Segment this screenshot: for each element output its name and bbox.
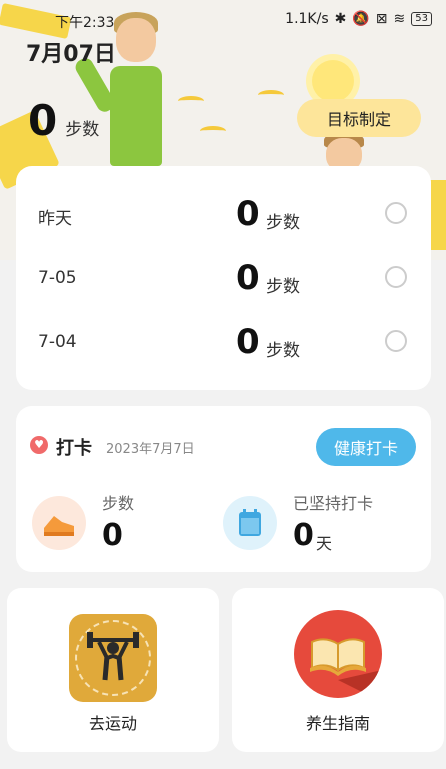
history-steps-value: 0 xyxy=(236,322,260,362)
history-radio[interactable] xyxy=(385,266,407,288)
step-history-card: 昨天 0 步数 7-05 0 步数 7-04 0 步数 xyxy=(16,166,431,390)
history-steps-value: 0 xyxy=(236,194,260,234)
history-date: 昨天 xyxy=(38,209,72,229)
battery-icon: 53 xyxy=(411,12,432,26)
history-row[interactable]: 7-05 0 步数 xyxy=(16,230,431,298)
checkin-title: 打卡 xyxy=(56,438,92,459)
network-speed: 1.1K/s xyxy=(285,11,329,27)
checkin-date: 2023年7月7日 xyxy=(106,442,195,457)
weightlifting-icon xyxy=(69,614,157,702)
history-date: 7-04 xyxy=(38,332,77,352)
mute-icon: 🔕 xyxy=(352,11,370,27)
checkin-steps-value: 0 xyxy=(102,518,123,553)
history-date: 7-05 xyxy=(38,268,77,288)
history-row[interactable]: 7-04 0 步数 xyxy=(16,294,431,362)
heart-icon: ♥ xyxy=(30,436,48,454)
set-goal-button[interactable]: 目标制定 xyxy=(297,99,421,137)
sun-illustration xyxy=(312,60,354,102)
today-steps-value: 0 xyxy=(28,96,58,145)
health-checkin-button[interactable]: 健康打卡 xyxy=(316,428,416,466)
checkin-card: ♥ 打卡 2023年7月7日 健康打卡 步数 0 已坚持打卡 0 天 xyxy=(16,406,431,572)
history-row[interactable]: 昨天 0 步数 xyxy=(16,166,431,234)
history-radio[interactable] xyxy=(385,330,407,352)
book-icon xyxy=(294,610,382,698)
status-bar: 下午2:33 1.1K/s ✱ 🔕 ⊠ ≋ 53 xyxy=(0,0,446,40)
checkin-streak-value: 0 xyxy=(293,518,314,553)
checkin-streak-unit: 天 xyxy=(316,534,333,553)
wifi-icon: ≋ xyxy=(393,11,406,27)
bird-illustration xyxy=(200,126,226,136)
go-exercise-label: 去运动 xyxy=(88,714,137,733)
go-exercise-tile[interactable]: 去运动 xyxy=(7,588,219,752)
checkin-streak-label: 已坚持打卡 xyxy=(293,494,374,513)
page-date: 7月07日 xyxy=(26,42,116,67)
today-steps-unit: 步数 xyxy=(65,120,100,140)
ribbon-decoration xyxy=(430,180,446,250)
bird-illustration xyxy=(258,90,284,100)
history-steps-value: 0 xyxy=(236,258,260,298)
sim-icon: ⊠ xyxy=(375,11,388,27)
health-guide-label: 养生指南 xyxy=(305,714,370,733)
checkin-steps-label: 步数 xyxy=(102,494,135,513)
health-guide-tile[interactable]: 养生指南 xyxy=(232,588,444,752)
today-steps: 0 步数 xyxy=(28,96,99,145)
bluetooth-icon: ✱ xyxy=(334,11,347,27)
history-steps-unit: 步数 xyxy=(266,341,300,361)
history-radio[interactable] xyxy=(385,202,407,224)
sneaker-icon xyxy=(32,496,86,550)
calendar-icon xyxy=(223,496,277,550)
status-time: 下午2:33 xyxy=(55,15,115,31)
